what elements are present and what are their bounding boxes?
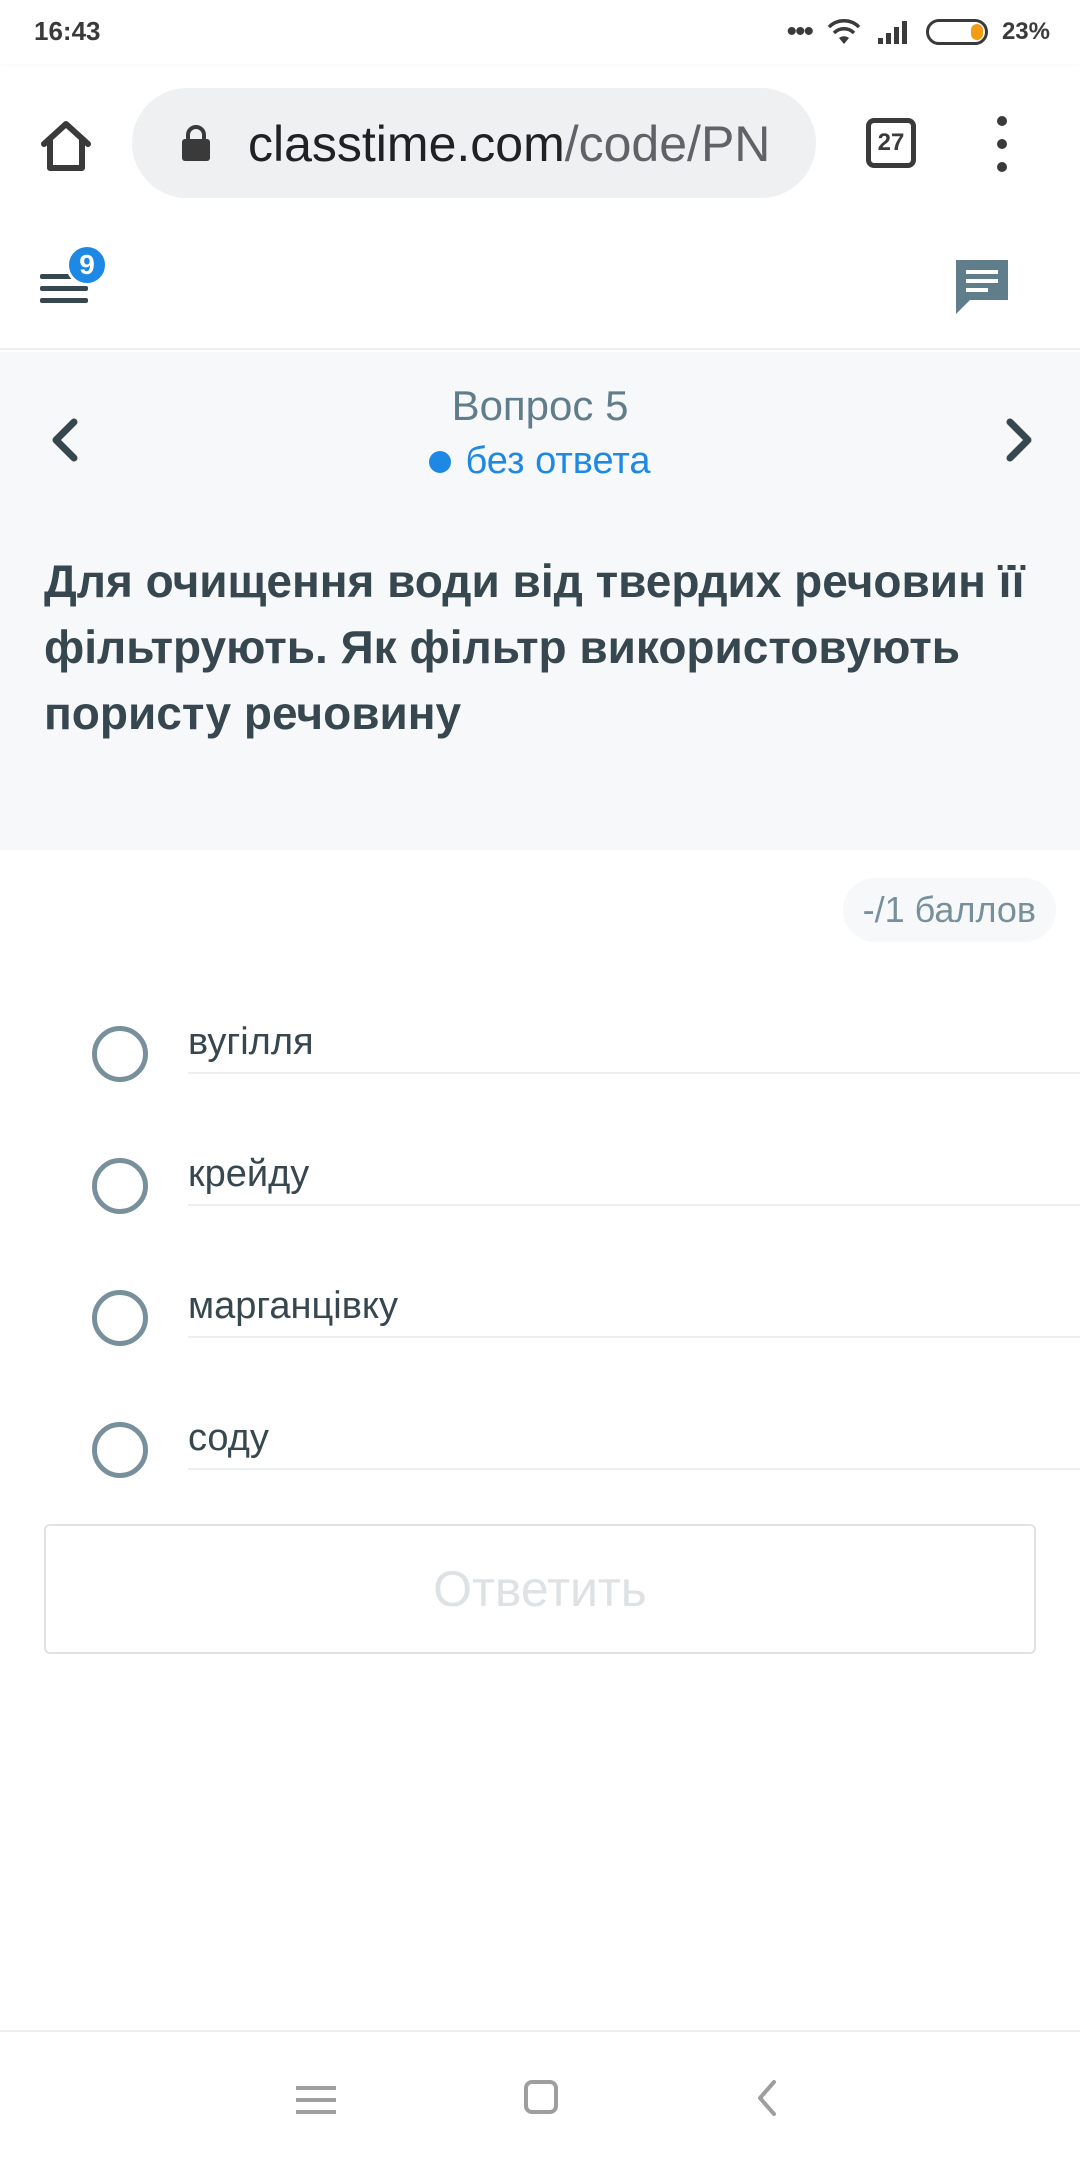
answer-option[interactable]: вугілля (0, 988, 1080, 1120)
submit-answer-label: Ответить (433, 1561, 647, 1617)
url-text: classtime.com/code/PN (248, 118, 796, 170)
radio-button[interactable] (92, 1290, 148, 1346)
divider (188, 1336, 1080, 1338)
answer-option[interactable]: крейду (0, 1120, 1080, 1252)
menu-icon (296, 2098, 336, 2102)
chevron-right-icon (1006, 418, 1032, 462)
answer-option[interactable]: марганцівку (0, 1252, 1080, 1384)
divider (188, 1072, 1080, 1074)
menu-icon (296, 2086, 336, 2090)
battery-percent: 23% (1001, 18, 1050, 45)
answer-option-label: крейду (188, 1153, 310, 1195)
submit-answer-button[interactable]: Ответить (44, 1524, 1036, 1654)
points-badge: -/1 баллов (842, 878, 1056, 942)
system-home-button[interactable] (524, 2080, 558, 2114)
answer-option-label: соду (188, 1417, 269, 1459)
battery-icon (925, 19, 988, 45)
url-domain: classtime.com (248, 118, 565, 170)
question-panel: Вопрос 5 без ответа Для очищення води ві… (0, 352, 1080, 850)
status-time: 16:43 (34, 16, 101, 46)
status-icons: ••• 23% (786, 14, 1050, 50)
tab-switcher-button[interactable]: 27 (866, 118, 916, 168)
menu-dot-icon (997, 116, 1007, 126)
battery-level (970, 24, 983, 40)
answer-option-label: марганцівку (188, 1285, 398, 1327)
home-icon (41, 121, 91, 171)
chat-icon (956, 260, 1008, 314)
menu-icon (296, 2110, 336, 2114)
radio-button[interactable] (92, 1158, 148, 1214)
menu-dot-icon (997, 162, 1007, 172)
divider (188, 1204, 1080, 1206)
back-arrow-icon (758, 2080, 776, 2116)
radio-button[interactable] (92, 1422, 148, 1478)
tab-count: 27 (877, 129, 905, 156)
answer-option[interactable]: соду (0, 1384, 1080, 1516)
hamburger-icon (40, 298, 88, 303)
question-status-label: без ответа (465, 440, 651, 482)
question-number: Вопрос 5 (451, 382, 629, 429)
chat-button[interactable] (950, 254, 1014, 318)
browser-toolbar: classtime.com/code/PN 27 (0, 66, 1080, 220)
url-path: /code/PN (564, 118, 771, 170)
status-bar: 16:43 ••• 23% (0, 0, 1080, 66)
answer-option-label: вугілля (188, 1021, 314, 1063)
notification-badge: 9 (66, 244, 108, 286)
question-text: Для очищення води від твердих речовин її… (44, 555, 1025, 739)
status-dot-icon (429, 450, 452, 473)
next-question-button[interactable] (994, 410, 1044, 470)
radio-button[interactable] (92, 1026, 148, 1082)
browser-menu-button[interactable] (980, 116, 1024, 172)
divider (188, 1468, 1080, 1470)
wifi-icon (827, 19, 861, 44)
recent-apps-button[interactable] (296, 2082, 340, 2118)
app-header: 9 (0, 220, 1080, 350)
signal-icon (877, 21, 907, 44)
hamburger-icon (40, 286, 88, 291)
system-navigation-bar (0, 2030, 1080, 2160)
more-dots-icon: ••• (786, 15, 813, 48)
home-button[interactable] (30, 110, 102, 182)
question-status: без ответа (0, 440, 1080, 483)
address-bar[interactable]: classtime.com/code/PN (132, 88, 816, 198)
system-back-button[interactable] (752, 2078, 782, 2118)
menu-dot-icon (997, 139, 1007, 149)
lock-icon (182, 125, 210, 161)
